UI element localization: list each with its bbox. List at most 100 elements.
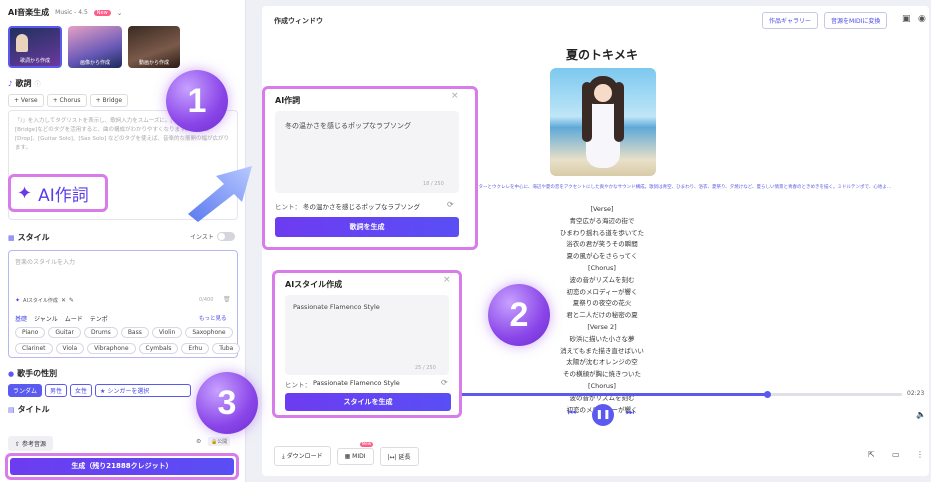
- extend-icon: |↔|: [387, 453, 399, 461]
- close-icon[interactable]: ×: [443, 275, 451, 285]
- gender-random[interactable]: ランダム: [8, 384, 43, 397]
- shuffle-icon[interactable]: ✕: [61, 297, 66, 304]
- popup1-counter: 18 / 250: [423, 181, 444, 187]
- share-icon[interactable]: ⇱: [868, 450, 875, 459]
- ref-audio-label: 参考音源: [21, 441, 46, 448]
- instrument-row-2: Clarinet Viola Vibraphone Cymbals Erhu T…: [15, 343, 241, 354]
- close-icon[interactable]: ×: [451, 91, 459, 101]
- progress-track[interactable]: [452, 391, 902, 398]
- midi-new-badge: New: [359, 441, 374, 447]
- style-placeholder: 音楽のスタイルを入力: [15, 259, 76, 266]
- instrument-chip[interactable]: Bass: [120, 327, 149, 338]
- popup1-textarea[interactable]: 冬の温かさを感じるポップなラブソング 18 / 250: [275, 111, 459, 193]
- preset-lyrics[interactable]: 歌詞から作成: [8, 26, 62, 68]
- hair-long-right: [614, 82, 624, 142]
- instrument-chip[interactable]: Tuba: [212, 343, 241, 354]
- more-icon[interactable]: ⋮: [916, 450, 924, 459]
- popup2-hint: ヒント： Passionate Flamenco Style: [285, 379, 400, 389]
- volume-icon[interactable]: 🔈: [916, 410, 926, 419]
- popup1-hint: ヒント： 冬の温かさを感じるポップなラブソング: [275, 201, 420, 211]
- lyric-line: 浴衣の君が笑うその瞬間: [566, 240, 638, 249]
- public-toggle[interactable]: 🔒公開: [208, 437, 231, 446]
- extend-button[interactable]: |↔| 延長: [379, 446, 419, 466]
- instrument-chip[interactable]: Clarinet: [15, 343, 53, 354]
- preset-image[interactable]: 画像から作成: [68, 26, 122, 68]
- next-icon[interactable]: ⏭: [626, 408, 634, 418]
- upload-icon: ⇧: [15, 441, 22, 448]
- tag-chorus[interactable]: + Chorus: [46, 94, 87, 107]
- pause-button[interactable]: ❚❚: [592, 404, 614, 426]
- model-new-badge: New: [93, 9, 111, 16]
- gender-label: 歌手の性別: [17, 369, 58, 378]
- window-title: 作成ウィンドウ: [274, 17, 323, 25]
- tag-verse[interactable]: + Verse: [8, 94, 44, 107]
- download-button[interactable]: ⤓ ダウンロード: [274, 446, 331, 466]
- midi-convert-button[interactable]: 音源をMIDIに変換: [824, 12, 888, 29]
- refresh-icon[interactable]: ⟳: [441, 378, 448, 387]
- tag-bridge[interactable]: + Bridge: [89, 94, 129, 107]
- instrument-chip[interactable]: Violin: [151, 327, 183, 338]
- lyric-line: 消えてもまた描き直せばいい: [560, 346, 644, 355]
- instrument-chip[interactable]: Erhu: [181, 343, 210, 354]
- more-link[interactable]: もっと見る: [199, 314, 227, 322]
- tab-tempo[interactable]: テンポ: [90, 314, 108, 323]
- ai-style-small-button[interactable]: AIスタイル作成: [23, 297, 58, 304]
- hint-text[interactable]: 冬の温かさを感じるポップなラブソング: [303, 201, 420, 211]
- singer-select[interactable]: ★ シンガーを選択: [95, 384, 192, 397]
- midi-label: MIDI: [352, 452, 366, 460]
- popup2-text: Passionate Flamenco Style: [293, 303, 380, 311]
- hint-text[interactable]: Passionate Flamenco Style: [313, 379, 400, 389]
- generate-button[interactable]: 生成（残り21888クレジット）: [10, 458, 234, 475]
- generate-highlight: 生成（残り21888クレジット）: [5, 453, 239, 480]
- prev-icon[interactable]: ⏮: [568, 408, 576, 418]
- progress-knob[interactable]: [764, 391, 771, 398]
- style-label: スタイル: [17, 233, 50, 242]
- gallery-button[interactable]: 作品ギャラリー: [762, 12, 819, 29]
- sparkle-icon: ✦: [17, 182, 33, 204]
- arrow-icon: [188, 166, 252, 222]
- instrumental-row: インスト: [190, 232, 235, 241]
- lyric-line: [Chorus]: [588, 381, 616, 390]
- instrument-chip[interactable]: Drums: [83, 327, 118, 338]
- generate-style-button[interactable]: スタイルを生成: [285, 393, 451, 411]
- instrument-chip[interactable]: Saxophone: [185, 327, 233, 338]
- instrument-chip[interactable]: Viola: [55, 343, 85, 354]
- instrument-chip[interactable]: Piano: [15, 327, 46, 338]
- lyric-line: 夏の風が心をさらってく: [566, 252, 638, 261]
- ai-lyrics-callout[interactable]: ✦ AI作詞: [8, 174, 108, 212]
- comment-icon[interactable]: ▭: [892, 450, 900, 459]
- tab-genre[interactable]: ジャンル: [34, 314, 58, 323]
- instrument-chip[interactable]: Guitar: [48, 327, 81, 338]
- brush-icon[interactable]: ✎: [69, 297, 74, 304]
- generate-lyrics-button[interactable]: 歌詞を生成: [275, 217, 459, 237]
- gender-female[interactable]: 女性: [70, 384, 93, 397]
- gender-male[interactable]: 男性: [45, 384, 68, 397]
- ai-lyrics-popup: AI作詞 × 冬の温かさを感じるポップなラブソング 18 / 250 ヒント： …: [262, 86, 478, 250]
- settings-icon[interactable]: ⚙: [196, 438, 201, 445]
- instrument-chip[interactable]: Vibraphone: [87, 343, 136, 354]
- tab-mood[interactable]: ムード: [65, 314, 83, 323]
- style-input-box[interactable]: 音楽のスタイルを入力 ✦ AIスタイル作成 ✕ ✎ 0/400 🗑 基礎 ジャン…: [8, 250, 241, 358]
- title-label: タイトル: [17, 405, 50, 414]
- person-icon: ●: [8, 369, 15, 378]
- public-label: 公開: [217, 439, 228, 445]
- tab-basic[interactable]: 基礎: [15, 314, 27, 323]
- progress-fill: [452, 393, 767, 396]
- lyric-line: 青空広がる海辺の街で: [569, 216, 635, 225]
- trash-icon[interactable]: 🗑: [223, 296, 231, 303]
- midi-button[interactable]: ▦ MIDI New: [336, 441, 374, 465]
- calculator-icon[interactable]: ▣: [902, 14, 911, 24]
- discord-icon[interactable]: ◉: [918, 14, 926, 24]
- style-tools: ✦ AIスタイル作成 ✕ ✎: [15, 297, 74, 304]
- singer-select-label: シンガーを選択: [107, 388, 150, 395]
- refresh-icon[interactable]: ⟳: [447, 200, 454, 209]
- step-badge-2: 2: [488, 284, 550, 346]
- preset-video[interactable]: 動画から作成: [128, 26, 180, 68]
- chevron-down-icon[interactable]: ⌄: [117, 9, 123, 17]
- instrumental-toggle[interactable]: [216, 232, 235, 241]
- model-select[interactable]: Music - 4.5: [55, 9, 88, 16]
- instrument-chip[interactable]: Cymbals: [138, 343, 179, 354]
- ref-audio-button[interactable]: ⇧ 参考音源: [8, 436, 53, 451]
- popup2-textarea[interactable]: Passionate Flamenco Style 25 / 250: [285, 295, 449, 375]
- extend-label: 延長: [398, 453, 411, 461]
